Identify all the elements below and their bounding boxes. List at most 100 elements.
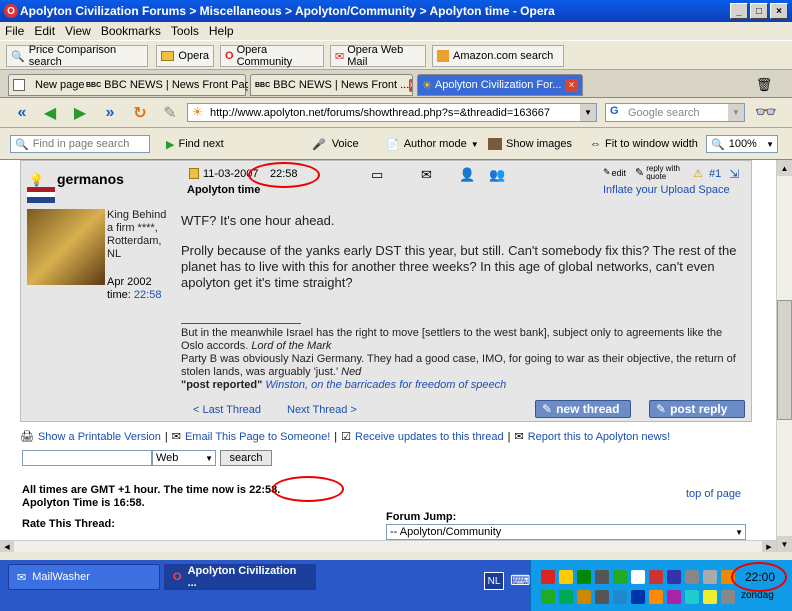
tray-app-icon[interactable] <box>541 590 555 604</box>
edit-post-button[interactable]: ✎ edit <box>603 167 626 178</box>
find-next-button[interactable]: ▶ Find next <box>166 135 224 153</box>
chevron-down-icon: ▼ <box>205 453 213 463</box>
menu-tools[interactable]: Tools <box>166 24 204 38</box>
task-apolyton[interactable]: O Apolyton Civilization ... <box>164 564 316 590</box>
tray-app-icon[interactable] <box>559 590 573 604</box>
new-thread-button[interactable]: ✎ new thread <box>535 400 631 418</box>
post-author[interactable]: germanos <box>57 171 124 187</box>
edit-icon[interactable]: ✎ <box>158 101 182 125</box>
post-reply-button[interactable]: ✎ post reply <box>649 400 745 418</box>
bookmark-opera-folder[interactable]: Opera <box>156 45 214 67</box>
fast-forward-icon[interactable]: » <box>98 101 122 125</box>
trash-icon[interactable]: 🗑 <box>752 76 776 94</box>
receive-updates-link[interactable]: Receive updates to this thread <box>355 431 504 443</box>
tab-apolyton[interactable]: ☀ Apolyton Civilization For... × <box>417 74 583 96</box>
maximize-button[interactable]: □ <box>750 3 768 19</box>
tray-app-icon[interactable] <box>541 570 555 584</box>
tray-app-icon[interactable] <box>703 590 717 604</box>
keyboard-icon[interactable]: ⌨ <box>510 572 530 589</box>
author-mode-button[interactable]: 📄 Author mode ▼ <box>386 135 479 153</box>
tray-app-icon[interactable] <box>577 590 591 604</box>
tray-play-icon[interactable] <box>613 570 627 584</box>
bookmark-amazon-search[interactable]: Amazon.com search <box>432 45 564 67</box>
private-message-icon[interactable]: ✉ <box>421 167 432 183</box>
report-news-link[interactable]: Report this to Apolyton news! <box>528 431 670 443</box>
tray-gear-icon[interactable] <box>595 570 609 584</box>
bookmark-price-comparison[interactable]: 🔍 Price Comparison search <box>6 44 148 68</box>
close-tab-icon[interactable]: × <box>565 78 578 92</box>
find-bar: 🔍 Find in page search ▶ Find next 🎤 Voice 📄… <box>0 128 792 160</box>
scroll-down-icon[interactable]: ▼ <box>777 536 792 552</box>
tab-bbc-front-page[interactable]: BBC BBC NEWS | News Front Page <box>82 74 248 96</box>
forward-icon[interactable]: ▶ <box>68 101 92 125</box>
language-indicator[interactable]: NL <box>484 572 504 590</box>
show-images-button[interactable]: Show images <box>488 135 572 153</box>
tray-network-icon[interactable] <box>577 570 591 584</box>
scroll-thumb[interactable] <box>777 300 792 420</box>
tray-app-icon[interactable] <box>685 590 699 604</box>
scroll-up-icon[interactable]: ▲ <box>777 160 792 176</box>
scroll-right-icon[interactable]: ▶ <box>762 541 776 552</box>
reply-with-quote-button[interactable]: ✎ reply with quote <box>635 165 691 181</box>
tray-app-icon[interactable] <box>667 590 681 604</box>
tray-app-icon[interactable] <box>613 590 627 604</box>
tray-app-icon[interactable] <box>703 570 717 584</box>
printable-version-link[interactable]: Show a Printable Version <box>38 431 161 443</box>
last-thread-link[interactable]: < Last Thread <box>193 404 261 416</box>
site-search-input[interactable] <box>22 450 152 466</box>
google-search-input[interactable]: G Google search ▼ <box>605 103 745 122</box>
address-bar[interactable]: ☀ http://www.apolyton.net/forums/showthr… <box>187 103 597 122</box>
minimize-button[interactable]: _ <box>730 3 748 19</box>
reload-icon[interactable]: ↻ <box>128 101 152 125</box>
time-info: All times are GMT +1 hour. The time now … <box>22 484 281 509</box>
menu-view[interactable]: View <box>60 24 96 38</box>
tray-x-icon[interactable] <box>649 570 663 584</box>
forum-jump-select[interactable]: -- Apolyton/Community ▼ <box>386 524 746 540</box>
tray-app-icon[interactable] <box>595 590 609 604</box>
tab-bbc-news[interactable]: BBCBBC NEWS | News Front ...× <box>250 74 413 96</box>
vertical-scrollbar[interactable]: ▲ ▼ <box>776 160 792 552</box>
search-dropdown-icon[interactable]: ▼ <box>728 104 744 121</box>
close-button[interactable]: × <box>770 3 788 19</box>
find-in-page-input[interactable]: 🔍 Find in page search <box>10 135 150 153</box>
tray-app-icon[interactable] <box>685 570 699 584</box>
search-scope-select[interactable]: Web ▼ <box>152 450 216 466</box>
tray-app-icon[interactable] <box>631 590 645 604</box>
rewind-icon[interactable]: « <box>10 101 34 125</box>
arrow-icon[interactable]: ⇲ <box>729 167 739 181</box>
tray-bluetooth-icon[interactable] <box>667 570 681 584</box>
tray-app-icon[interactable] <box>721 590 735 604</box>
binoculars-icon[interactable]: 👓 <box>752 100 780 124</box>
forum-post: 💡 germanos King Behind a firm ****, Rott… <box>20 160 752 422</box>
address-dropdown-icon[interactable]: ▼ <box>580 104 596 121</box>
post-number-link[interactable]: #1 <box>709 168 721 180</box>
zoom-select[interactable]: 🔍 100% ▼ <box>706 135 778 153</box>
menu-file[interactable]: File <box>0 24 29 38</box>
buddy-icon[interactable]: 👥 <box>489 167 505 183</box>
status-bar <box>0 552 792 560</box>
menu-bookmarks[interactable]: Bookmarks <box>96 24 166 38</box>
bookmark-opera-web-mail[interactable]: ✉ Opera Web Mail <box>330 44 426 68</box>
horizontal-scrollbar[interactable]: ◀ ▶ <box>0 540 776 552</box>
close-tab-icon[interactable]: × <box>409 78 412 92</box>
menu-help[interactable]: Help <box>204 24 239 38</box>
menu-edit[interactable]: Edit <box>29 24 60 38</box>
warning-icon[interactable]: ⚠ <box>693 167 703 180</box>
task-mailwasher[interactable]: ✉ MailWasher <box>8 564 160 590</box>
search-button[interactable]: search <box>220 450 272 466</box>
back-icon[interactable]: ◀ <box>38 101 62 125</box>
fit-to-width-button[interactable]: ⇔ Fit to window width <box>590 135 698 153</box>
google-icon: G <box>610 105 619 117</box>
tray-monitor-icon[interactable] <box>631 570 645 584</box>
profile-icon[interactable]: 👤 <box>459 167 475 183</box>
scroll-left-icon[interactable]: ◀ <box>0 541 14 552</box>
inflate-upload-link[interactable]: Inflate your Upload Space <box>603 184 730 196</box>
tray-app-icon[interactable] <box>649 590 663 604</box>
tray-shield-icon[interactable] <box>559 570 573 584</box>
bookmark-opera-community[interactable]: O Opera Community <box>220 44 324 68</box>
voice-button[interactable]: 🎤 Voice <box>312 135 359 153</box>
email-page-link[interactable]: Email This Page to Someone! <box>185 431 330 443</box>
homepage-icon[interactable]: ▭ <box>371 167 383 183</box>
top-of-page-link[interactable]: top of page <box>686 488 741 500</box>
next-thread-link[interactable]: Next Thread > <box>287 404 357 416</box>
